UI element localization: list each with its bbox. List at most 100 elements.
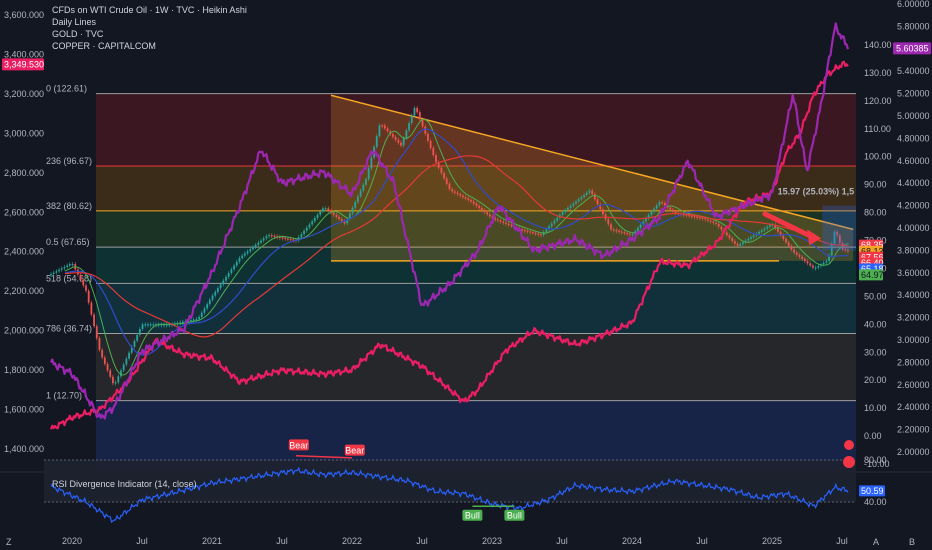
copper-axis-tick: 4.60000 — [897, 156, 930, 166]
oil-candle — [639, 224, 642, 228]
flag-icon — [843, 456, 855, 468]
oil-candle — [440, 167, 443, 174]
left-axis-tick: 2,200.000 — [4, 286, 44, 296]
oil-candle — [615, 230, 618, 232]
oil-candle — [354, 201, 357, 208]
legend-main-symbol[interactable]: CFDs on WTI Crude Oil · 1W · TVC · Heiki… — [52, 4, 247, 16]
oil-candle — [319, 211, 322, 215]
oil-candle — [316, 214, 319, 218]
time-axis-label: 2024 — [622, 536, 642, 546]
oil-candle — [195, 319, 198, 321]
rsi-title[interactable]: RSI Divergence Indicator (14, close) — [52, 479, 197, 489]
oil-candle — [812, 265, 814, 268]
fib-band — [96, 400, 856, 470]
measure-label: 15.97 (25.03%) 1,5 — [778, 186, 855, 196]
oil-candle — [219, 284, 222, 289]
oil-candle — [653, 208, 655, 212]
oil-candle — [486, 212, 489, 215]
oil-candle — [408, 122, 410, 131]
oil-candle — [109, 370, 112, 377]
measure-box — [822, 205, 856, 251]
oil-candle — [138, 329, 141, 335]
left-axis-tick: 2,000.000 — [4, 326, 44, 336]
oil-axis-tick: 80.00 — [864, 208, 887, 218]
oil-axis-tick: 140.00 — [864, 40, 892, 50]
oil-candle — [362, 184, 365, 191]
oil-candle — [418, 112, 421, 120]
copper-axis-tick: 3.00000 — [897, 335, 930, 345]
fib-level-label: 786 (36.74) — [46, 323, 92, 333]
oil-candle — [801, 256, 804, 260]
oil-candle — [305, 227, 308, 231]
oil-candle — [475, 203, 478, 206]
oil-candle — [483, 210, 486, 213]
oil-candle — [663, 203, 666, 206]
oil-candle — [85, 285, 87, 291]
oil-candle — [338, 216, 340, 220]
oil-candle — [238, 258, 241, 262]
oil-candle — [432, 147, 435, 156]
bear-label: Bear — [345, 446, 364, 456]
left-axis-tick: 3,200.000 — [4, 89, 44, 99]
oil-candle — [357, 196, 359, 202]
oil-candle — [704, 218, 707, 220]
rsi-axis-tick: 40.00 — [864, 497, 887, 507]
left-axis-tick: 2,600.000 — [4, 207, 44, 217]
legend-copper[interactable]: COPPER · CAPITALCOM — [52, 40, 247, 52]
oil-candle — [696, 216, 699, 218]
zoom-corner-label: Z — [6, 537, 12, 547]
legend-daily-lines[interactable]: Daily Lines — [52, 16, 247, 28]
oil-candle — [488, 214, 491, 217]
oil-candle — [763, 228, 766, 231]
oil-candle — [480, 207, 483, 211]
oil-candle — [521, 229, 524, 231]
copper-axis-tick: 5.20000 — [897, 89, 930, 99]
oil-candle — [214, 291, 217, 296]
bull-label: Bull — [465, 511, 480, 521]
oil-axis-tick: 90.00 — [864, 180, 887, 190]
oil-candle — [235, 261, 238, 266]
oil-candle — [822, 262, 825, 265]
oil-candle — [381, 125, 384, 127]
copper-axis-tick: 2.20000 — [897, 425, 930, 435]
oil-candle — [602, 209, 604, 215]
oil-candle — [577, 199, 580, 202]
chart-canvas[interactable]: 0 (122.61) 236 (96.67) 382 (80.62) 0.5 (67.… — [0, 0, 932, 550]
oil-candle — [580, 197, 583, 200]
copper-axis-tick: 4.00000 — [897, 223, 930, 233]
fib-level-label: 0 (122.61) — [46, 84, 87, 94]
oil-candle — [583, 194, 585, 198]
oil-candle — [459, 194, 462, 196]
oil-candle — [561, 212, 564, 215]
oil-candle — [416, 107, 419, 113]
bear-label: Bear — [289, 440, 308, 450]
oil-candle — [715, 222, 717, 224]
oil-candle — [82, 280, 85, 286]
oil-candle — [607, 219, 610, 225]
oil-candle — [413, 107, 416, 116]
oil-candle — [798, 254, 801, 257]
oil-candle — [591, 190, 594, 195]
oil-candle — [787, 242, 790, 246]
oil-candle — [90, 302, 93, 315]
left-axis-tick: 1,800.000 — [4, 365, 44, 375]
oil-candle — [217, 288, 219, 292]
oil-candle — [529, 231, 532, 233]
oil-candle — [79, 274, 82, 281]
oil-candle — [252, 246, 254, 250]
time-axis-label: Jul — [556, 536, 568, 546]
oil-candle — [564, 210, 567, 213]
oil-candle — [332, 212, 335, 215]
oil-candle — [241, 255, 244, 259]
oil-candle — [128, 352, 130, 359]
oil-candle — [340, 219, 343, 222]
oil-candle — [133, 340, 136, 347]
oil-candle — [731, 238, 734, 241]
oil-candle — [712, 221, 715, 223]
legend-gold[interactable]: GOLD · TVC — [52, 28, 247, 40]
oil-candle — [359, 190, 362, 197]
left-axis-tick: 2,400.000 — [4, 247, 44, 257]
oil-candle — [766, 226, 769, 229]
oil-candle — [260, 240, 262, 243]
oil-candle — [273, 235, 276, 237]
